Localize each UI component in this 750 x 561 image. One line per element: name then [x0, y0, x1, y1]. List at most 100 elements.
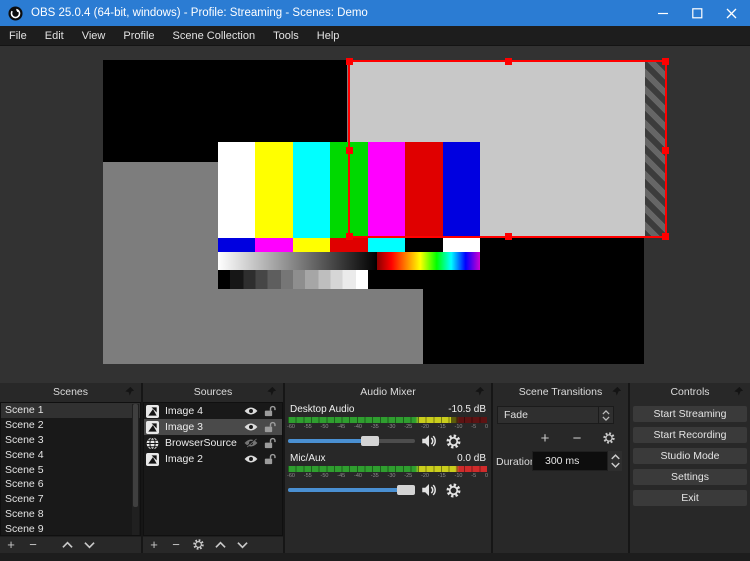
selection-bounding-box[interactable] [346, 58, 669, 240]
resize-handle-bottom-left[interactable] [346, 233, 353, 240]
exit-button[interactable]: Exit [633, 490, 747, 506]
lock-open-icon[interactable] [263, 421, 277, 433]
testcard-black-block [368, 270, 480, 289]
transition-properties-gear-button[interactable] [598, 431, 620, 446]
title-bar[interactable]: OBS 25.0.4 (64-bit, windows) - Profile: … [0, 0, 750, 26]
visibility-eye-icon[interactable] [244, 405, 258, 417]
resize-handle-top-middle[interactable] [505, 58, 512, 65]
volume-meter [288, 417, 487, 423]
speaker-icon[interactable] [419, 481, 439, 499]
dock-area: Scenes Scene 1 Scene 2 Scene 3 Scene 4 S… [0, 383, 750, 553]
transition-select[interactable]: Fade [497, 406, 614, 424]
visibility-eye-icon[interactable] [244, 421, 258, 433]
channel-db-value: 0.0 dB [457, 453, 486, 464]
browser-source-globe-icon [146, 436, 159, 450]
scene-list-item[interactable]: Scene 8 [1, 507, 140, 522]
resize-handle-bottom-middle[interactable] [505, 233, 512, 240]
pin-icon[interactable] [124, 386, 135, 397]
scene-list-item[interactable]: Scene 9 [1, 522, 140, 535]
audio-mixer-title: Audio Mixer [360, 385, 416, 398]
studio-mode-button[interactable]: Studio Mode [633, 448, 747, 464]
pin-icon[interactable] [266, 386, 277, 397]
scene-canvas[interactable] [103, 58, 669, 364]
scene-transitions-title: Scene Transitions [518, 385, 603, 398]
source-list[interactable]: Image 4 Image 3 BrowserSource Image 2 [143, 402, 283, 536]
lock-open-icon[interactable] [263, 405, 277, 417]
move-scene-down-button[interactable] [78, 538, 100, 551]
remove-scene-button[interactable]: − [22, 538, 44, 551]
volume-slider-handle[interactable] [361, 436, 379, 446]
image-source-icon [146, 420, 159, 434]
scene-list-item[interactable]: Scene 6 [1, 477, 140, 492]
sources-panel: Sources Image 4 Image 3 BrowserSource Im… [143, 383, 283, 553]
visibility-eye-slash-icon[interactable] [244, 437, 258, 449]
preview-area[interactable] [0, 46, 750, 383]
resize-handle-top-left[interactable] [346, 58, 353, 65]
move-scene-up-button[interactable] [56, 538, 78, 551]
pin-icon[interactable] [611, 386, 622, 397]
obs-window: OBS 25.0.4 (64-bit, windows) - Profile: … [0, 0, 750, 561]
testcard-rainbow-gradient [377, 252, 480, 270]
scene-list-item[interactable]: Scene 5 [1, 463, 140, 478]
source-list-item-selected[interactable]: Image 3 [144, 419, 282, 435]
visibility-eye-icon[interactable] [244, 453, 258, 465]
channel-name: Mic/Aux [290, 453, 326, 464]
close-button[interactable] [714, 0, 748, 26]
scene-list-item[interactable]: Scene 4 [1, 448, 140, 463]
move-source-up-button[interactable] [209, 538, 231, 551]
menu-edit[interactable]: Edit [36, 26, 73, 46]
lock-open-icon[interactable] [263, 453, 277, 465]
pin-icon[interactable] [733, 386, 744, 397]
obs-logo-icon [8, 5, 23, 21]
source-properties-gear-button[interactable] [187, 537, 209, 551]
menu-profile[interactable]: Profile [114, 26, 163, 46]
speaker-icon[interactable] [419, 432, 439, 450]
window-title: OBS 25.0.4 (64-bit, windows) - Profile: … [31, 7, 368, 19]
maximize-button[interactable] [680, 0, 714, 26]
volume-slider[interactable] [288, 436, 415, 446]
menu-scene-collection[interactable]: Scene Collection [164, 26, 265, 46]
add-transition-button[interactable]: + [534, 431, 556, 446]
volume-slider[interactable] [288, 485, 415, 495]
lock-open-icon[interactable] [263, 437, 277, 449]
scene-list[interactable]: Scene 1 Scene 2 Scene 3 Scene 4 Scene 5 … [0, 402, 141, 536]
status-bar [0, 553, 750, 561]
resize-handle-bottom-right[interactable] [662, 233, 669, 240]
scene-list-item[interactable]: Scene 2 [1, 418, 140, 433]
source-list-item[interactable]: BrowserSource [144, 435, 282, 451]
move-source-down-button[interactable] [231, 538, 253, 551]
pin-icon[interactable] [474, 386, 485, 397]
controls-panel: Controls Start Streaming Start Recording… [630, 383, 750, 553]
duration-spinner-arrows[interactable] [608, 451, 622, 471]
start-recording-button[interactable]: Start Recording [633, 427, 747, 443]
scene-list-item[interactable]: Scene 1 [1, 403, 140, 418]
transition-select-spinner[interactable] [598, 407, 613, 423]
testcard-grayscale-steps [218, 270, 368, 289]
channel-settings-gear-icon[interactable] [445, 433, 462, 450]
scene-list-item[interactable]: Scene 3 [1, 433, 140, 448]
source-list-item[interactable]: Image 4 [144, 403, 282, 419]
minimize-button[interactable] [646, 0, 680, 26]
start-streaming-button[interactable]: Start Streaming [633, 406, 747, 422]
menu-file[interactable]: File [0, 26, 36, 46]
menu-view[interactable]: View [73, 26, 115, 46]
add-scene-button[interactable]: + [0, 538, 22, 551]
resize-handle-middle-left[interactable] [346, 147, 353, 154]
scene-list-scrollbar[interactable] [132, 404, 139, 535]
sources-toolbar: + − [143, 536, 283, 551]
duration-spinbox[interactable]: 300 ms [532, 451, 608, 471]
settings-button[interactable]: Settings [633, 469, 747, 485]
scene-list-item[interactable]: Scene 7 [1, 492, 140, 507]
scenes-toolbar: + − [0, 536, 141, 551]
channel-db-value: -10.5 dB [448, 404, 486, 415]
resize-handle-middle-right[interactable] [662, 147, 669, 154]
volume-slider-handle[interactable] [397, 485, 415, 495]
channel-settings-gear-icon[interactable] [445, 482, 462, 499]
remove-source-button[interactable]: − [165, 538, 187, 551]
menu-tools[interactable]: Tools [264, 26, 308, 46]
resize-handle-top-right[interactable] [662, 58, 669, 65]
add-source-button[interactable]: + [143, 538, 165, 551]
menu-help[interactable]: Help [308, 26, 349, 46]
remove-transition-button[interactable]: − [566, 431, 588, 446]
source-list-item[interactable]: Image 2 [144, 451, 282, 467]
